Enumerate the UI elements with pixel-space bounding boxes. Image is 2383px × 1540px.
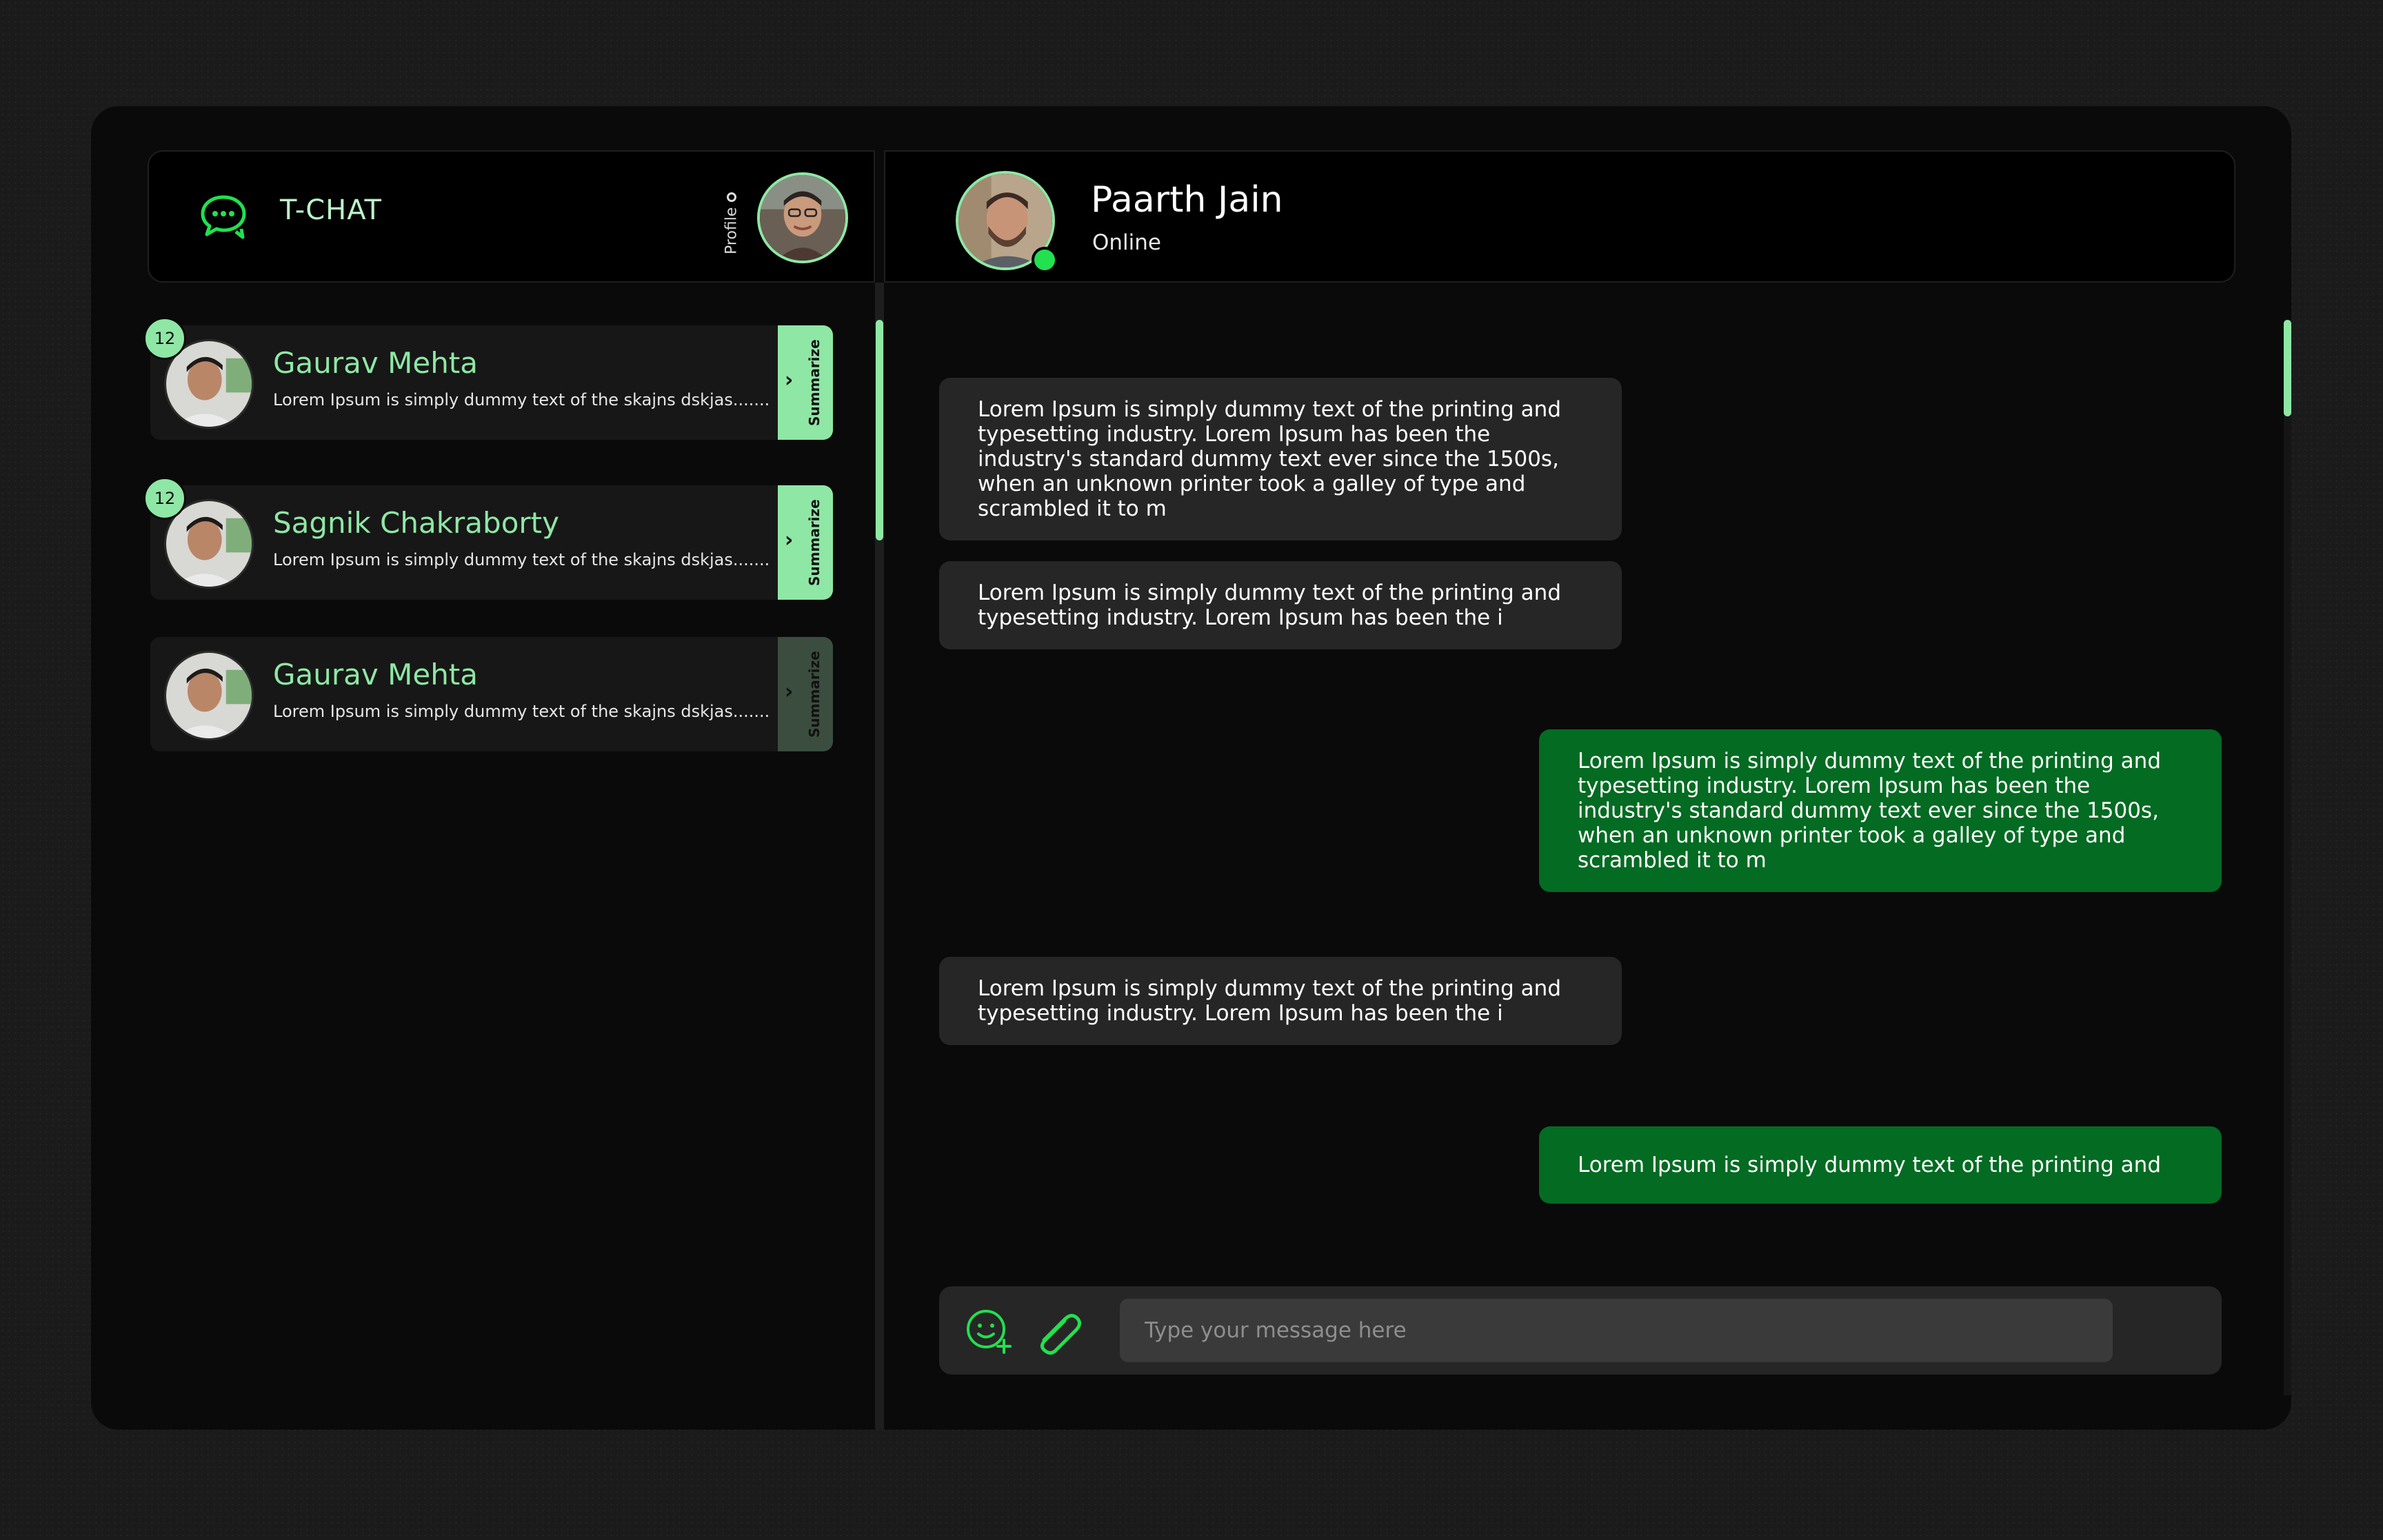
chat-list-item[interactable]: 12 Gaurav Mehta Lorem Ipsum is simply du… [143,317,833,440]
summarize-button[interactable]: › Summarize [778,485,833,600]
chat-name: Gaurav Mehta [273,346,479,380]
chat-preview: Lorem Ipsum is simply dummy text of the … [273,550,770,569]
profile-link[interactable]: Profile [720,182,743,265]
summarize-label: Summarize [806,651,823,738]
chat-list-item[interactable]: Gaurav Mehta Lorem Ipsum is simply dummy… [150,637,833,751]
chat-preview: Lorem Ipsum is simply dummy text of the … [273,390,770,409]
incoming-message: Lorem Ipsum is simply dummy text of the … [939,957,1622,1045]
person-photo-icon [166,653,252,738]
chevron-right-icon: › [785,528,794,552]
incoming-message: Lorem Ipsum is simply dummy text of the … [939,378,1622,540]
emoji-add-icon[interactable] [964,1307,1014,1357]
contact-status: Online [1092,230,1161,255]
sidebar-header: T-CHAT Profile [148,150,875,283]
profile-indicator-icon [727,192,736,202]
incoming-message: Lorem Ipsum is simply dummy text of the … [939,561,1622,649]
message-composer [939,1286,2222,1375]
app-window: T-CHAT Profile Paarth Jain Online 12 Gau… [91,106,2291,1430]
my-avatar[interactable] [757,172,848,263]
messages-scrollbar-thumb[interactable] [2284,320,2291,416]
messages-scrollbar-track [2284,320,2291,1395]
summarize-button[interactable]: › Summarize [778,325,833,440]
chat-preview: Lorem Ipsum is simply dummy text of the … [273,702,770,721]
unread-count-badge: 12 [143,317,186,360]
summarize-button[interactable]: › Summarize [778,637,833,751]
sidebar-scrollbar-thumb[interactable] [876,320,883,540]
outgoing-message: Lorem Ipsum is simply dummy text of the … [1539,1126,2222,1204]
summarize-label: Summarize [806,339,823,426]
avatar [164,651,254,740]
message-input[interactable] [1120,1299,2113,1362]
chat-name: Sagnik Chakraborty [273,506,559,540]
paperclip-icon[interactable] [1034,1306,1085,1355]
chevron-right-icon: › [785,368,794,392]
outgoing-message: Lorem Ipsum is simply dummy text of the … [1539,729,2222,892]
online-status-dot [1032,247,1058,273]
contact-name: Paarth Jain [1091,179,1283,221]
chevron-right-icon: › [785,680,794,704]
profile-label: Profile [723,207,741,255]
summarize-label: Summarize [806,499,823,586]
person-photo-icon [760,175,845,261]
conversation-header: Paarth Jain Online [884,150,2235,283]
unread-count-badge: 12 [143,477,186,520]
chat-name: Gaurav Mehta [273,658,479,691]
app-title: T-CHAT [280,194,382,226]
chat-logo-icon [201,195,246,239]
chat-list-item[interactable]: 12 Sagnik Chakraborty Lorem Ipsum is sim… [143,477,833,600]
